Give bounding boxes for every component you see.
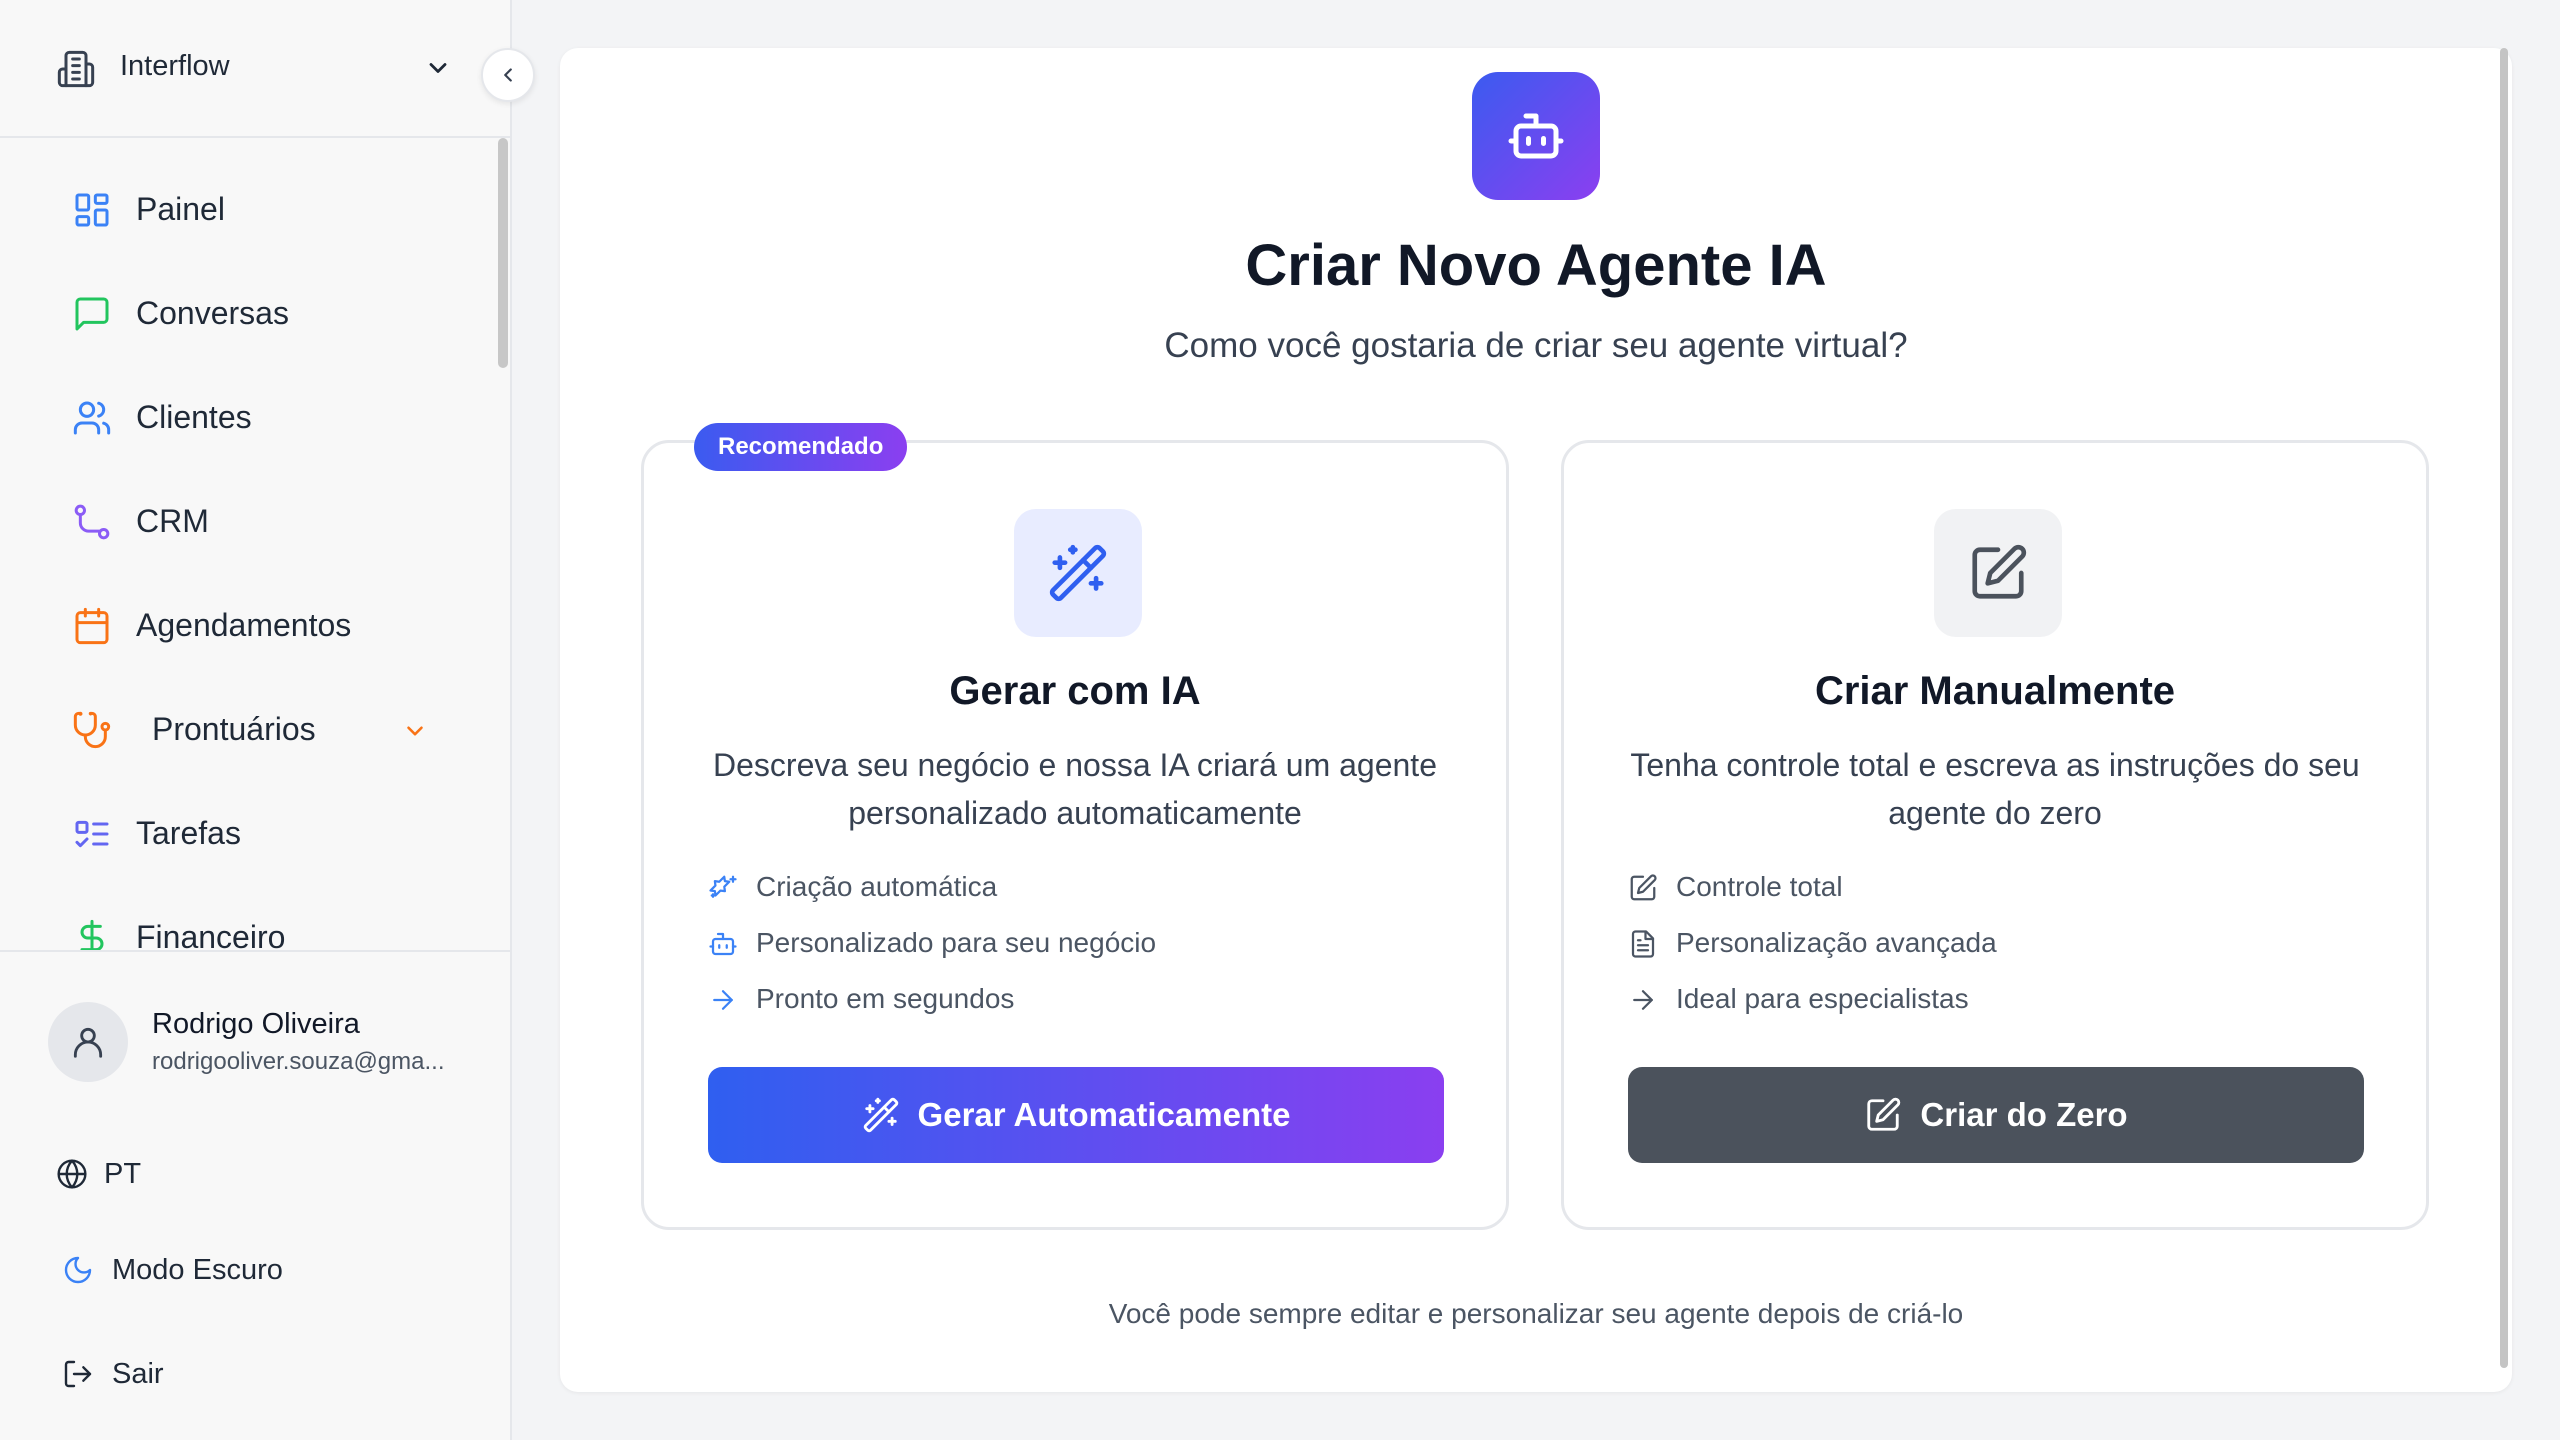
logout-label: Sair (112, 1358, 164, 1390)
page-subtitle: Como você gostaria de criar seu agente v… (1164, 326, 1908, 365)
feature-label: Criação automática (756, 871, 998, 902)
collapse-sidebar-button[interactable] (481, 48, 535, 102)
org-name: Interflow (120, 50, 230, 82)
feature-label: Pronto em segundos (756, 983, 1015, 1014)
generate-with-ai-card[interactable]: Recomendado Gerar com IA Descreva seu ne… (641, 423, 1509, 1230)
sidebar-item-conversas[interactable]: Conversas (0, 274, 496, 354)
card-description: Descreva seu negócio e nossa IA criará u… (713, 747, 1437, 831)
bot-icon (708, 929, 738, 959)
recommended-badge: Recomendado (694, 423, 908, 471)
edit-icon (1628, 873, 1658, 903)
create-manually-card[interactable]: Criar Manualmente Tenha controle total e… (1561, 440, 2429, 1230)
sidebar-item-label: Financeiro (136, 919, 286, 950)
list-todo-icon (72, 814, 112, 854)
sidebar-item-label: Tarefas (136, 815, 241, 851)
language-selector[interactable]: PT (0, 1144, 500, 1204)
button-label: Gerar Automaticamente (917, 1096, 1291, 1133)
sidebar-item-label: CRM (136, 503, 209, 539)
arrow-right-icon (1628, 985, 1658, 1015)
robot-icon (1472, 72, 1600, 200)
magic-wand-icon (1014, 509, 1142, 637)
feature-label: Personalização avançada (1676, 927, 1997, 958)
user-name: Rodrigo Oliveira (152, 1008, 360, 1040)
users-icon (72, 398, 112, 438)
magic-wand-icon (863, 1097, 898, 1133)
arrow-right-icon (708, 985, 738, 1015)
feature-label: Ideal para especialistas (1676, 983, 1969, 1014)
logout-icon (62, 1358, 94, 1390)
sidebar-item-label: Clientes (136, 399, 252, 435)
feature-label: Controle total (1676, 871, 1843, 902)
logout-button[interactable]: Sair (0, 1344, 500, 1404)
sidebar-item-crm[interactable]: CRM (0, 482, 496, 562)
create-from-scratch-button[interactable]: Criar do Zero (1628, 1067, 2364, 1163)
edit-icon (1867, 1097, 1901, 1131)
sidebar-item-label: Conversas (136, 295, 289, 331)
sidebar-item-label: Painel (136, 191, 225, 227)
sidebar-item-clientes[interactable]: Clientes (0, 378, 496, 458)
chevron-left-icon (504, 68, 512, 82)
dark-mode-toggle[interactable]: Modo Escuro (0, 1240, 500, 1300)
sidebar-scrollbar[interactable] (498, 138, 508, 368)
moon-icon (62, 1254, 94, 1286)
org-switcher[interactable]: Interflow (0, 0, 510, 138)
user-icon (73, 1027, 103, 1058)
language-label: PT (104, 1158, 142, 1190)
generate-automatically-button[interactable]: Gerar Automaticamente (708, 1067, 1444, 1163)
sidebar-item-financeiro[interactable]: Financeiro (0, 898, 496, 950)
page-title: Criar Novo Agente IA (1245, 233, 1827, 298)
building-icon (56, 49, 96, 89)
chevron-down-icon (402, 718, 428, 744)
sparkles-icon (708, 873, 738, 903)
globe-icon (56, 1158, 88, 1190)
card-title: Gerar com IA (949, 669, 1201, 713)
sidebar-item-label: Agendamentos (136, 607, 352, 643)
file-text-icon (1628, 929, 1658, 959)
sidebar: Interflow Painel Conversas Clientes CRM … (0, 0, 512, 1440)
stethoscope-icon (72, 710, 112, 750)
sidebar-item-tarefas[interactable]: Tarefas (0, 794, 496, 874)
sidebar-nav: Painel Conversas Clientes CRM Agendament… (0, 140, 496, 950)
workflow-icon (72, 502, 112, 542)
card-title: Criar Manualmente (1814, 669, 2176, 713)
dark-mode-label: Modo Escuro (112, 1254, 283, 1286)
edit-icon (1934, 509, 2062, 637)
sidebar-item-label: Prontuários (152, 711, 316, 747)
chevron-down-icon (424, 54, 452, 82)
button-label: Criar do Zero (1920, 1096, 2128, 1133)
avatar[interactable] (48, 1002, 128, 1082)
sidebar-item-prontuarios[interactable]: Prontuários (0, 690, 496, 770)
sidebar-footer: Rodrigo Oliveira rodrigooliver.souza@gma… (0, 950, 510, 1440)
layout-grid-icon (72, 190, 112, 230)
user-email: rodrigooliver.souza@gma... (152, 1048, 445, 1075)
sidebar-item-agendamentos[interactable]: Agendamentos (0, 586, 496, 666)
feature-label: Personalizado para seu negócio (756, 927, 1157, 958)
footer-note: Você pode sempre editar e personalizar s… (1108, 1298, 1964, 1329)
sidebar-item-painel[interactable]: Painel (0, 170, 496, 250)
dollar-icon (72, 918, 112, 950)
message-square-icon (72, 294, 112, 334)
card-description: Tenha controle total e escreva as instru… (1630, 747, 2360, 831)
calendar-icon (72, 606, 112, 646)
